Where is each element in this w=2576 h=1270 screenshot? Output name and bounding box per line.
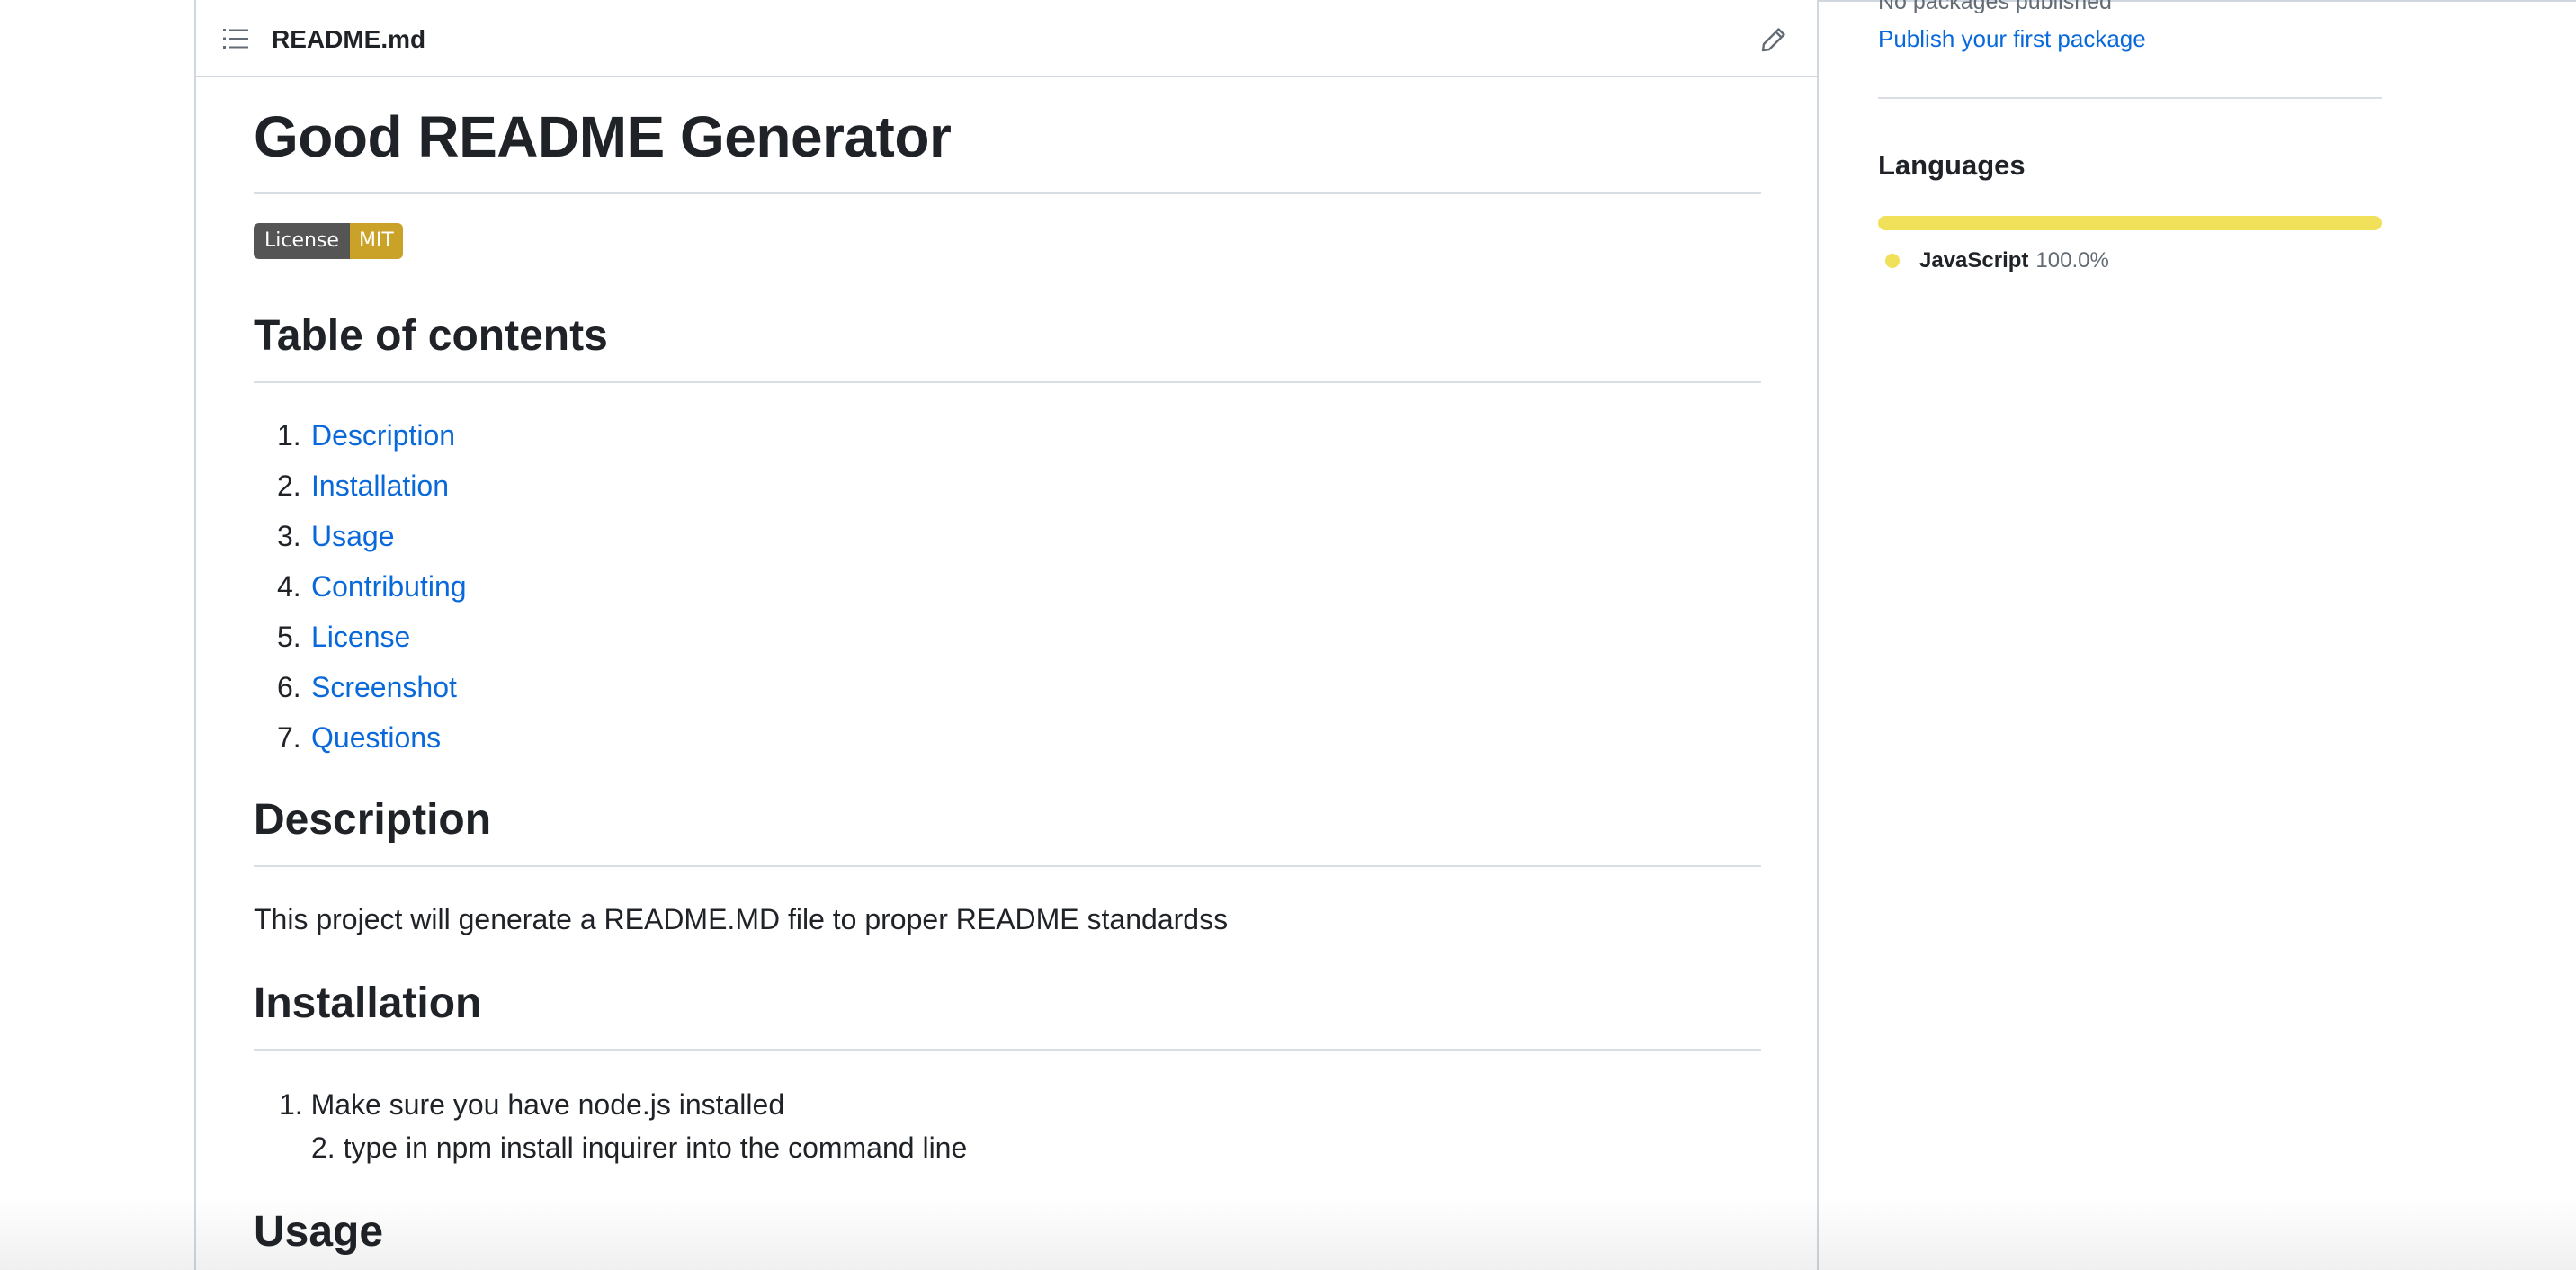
list-number: 7. [277,721,301,754]
list-item: 4. Contributing [254,561,467,612]
language-percent: 100.0% [2035,248,2109,273]
sidebar-divider [1878,97,2382,99]
list-number: 4. [277,570,301,603]
readme-filename: README.md [272,25,426,53]
toc-heading: Table of contents [254,309,1761,383]
list-number: 3. [277,520,301,552]
step-number: 2. [311,1131,335,1164]
installation-heading-text: Installation [254,979,482,1027]
badge-value: MIT [349,223,403,259]
step-text: type in npm install inquirer into the co… [343,1131,968,1164]
badge-label: License [254,223,350,259]
description-heading-text: Description [254,796,492,844]
toc-link-installation[interactable]: Installation [311,470,449,502]
language-bar [1878,216,2382,230]
usage-heading-text: Usage [254,1208,384,1256]
list-item: 2. Installation [254,461,467,511]
pencil-icon[interactable] [1759,25,1788,54]
toc-link-screenshot[interactable]: Screenshot [311,671,457,703]
usage-heading: Usage [254,1205,1761,1270]
language-item[interactable]: JavaScript 100.0% [1885,245,2109,277]
language-dot-icon [1885,254,1900,268]
toc-link-description[interactable]: Description [311,419,455,452]
readme-panel: README.md Good README Generator License … [194,0,1819,1270]
step-text: Make sure you have node.js installed [310,1088,785,1121]
list-icon[interactable] [221,25,250,52]
list-number: 6. [277,671,301,703]
publish-package-link[interactable]: Publish your first package [1878,23,2146,54]
toc-link-usage[interactable]: Usage [311,520,395,552]
languages-heading: Languages [1878,149,2026,181]
installation-heading: Installation [254,977,1761,1051]
list-item: 1. Description [254,410,467,461]
toc-list: 1. Description 2. Installation 3. Usage 4. C… [254,410,467,763]
toc-link-contributing[interactable]: Contributing [311,570,467,603]
list-item: 7. Questions [254,712,467,763]
step-number: 1. [279,1088,303,1121]
description-text: This project will generate a README.MD f… [254,903,1229,935]
license-badge[interactable]: License MIT [254,223,403,259]
readme-header: README.md [196,0,1817,77]
list-number: 5. [277,621,301,653]
list-number: 1. [277,419,301,452]
list-item: 6. Screenshot [254,662,467,712]
language-name: JavaScript [1919,248,2029,273]
toc-heading-text: Table of contents [254,312,608,360]
list-number: 2. [277,470,301,502]
installation-step: 2. type in npm install inquirer into the… [311,1126,967,1169]
list-item: 3. Usage [254,511,467,561]
readme-title-text: Good README Generator [254,104,952,169]
list-item: 5. License [254,612,467,662]
description-heading: Description [254,793,1761,867]
toc-link-license[interactable]: License [311,621,410,653]
readme-title: Good README Generator [254,103,1761,194]
packages-status: No packages published [1878,0,2112,14]
page: README.md Good README Generator License … [0,0,2576,1270]
toc-link-questions[interactable]: Questions [311,721,441,754]
installation-step: 1. Make sure you have node.js installed [279,1083,784,1126]
